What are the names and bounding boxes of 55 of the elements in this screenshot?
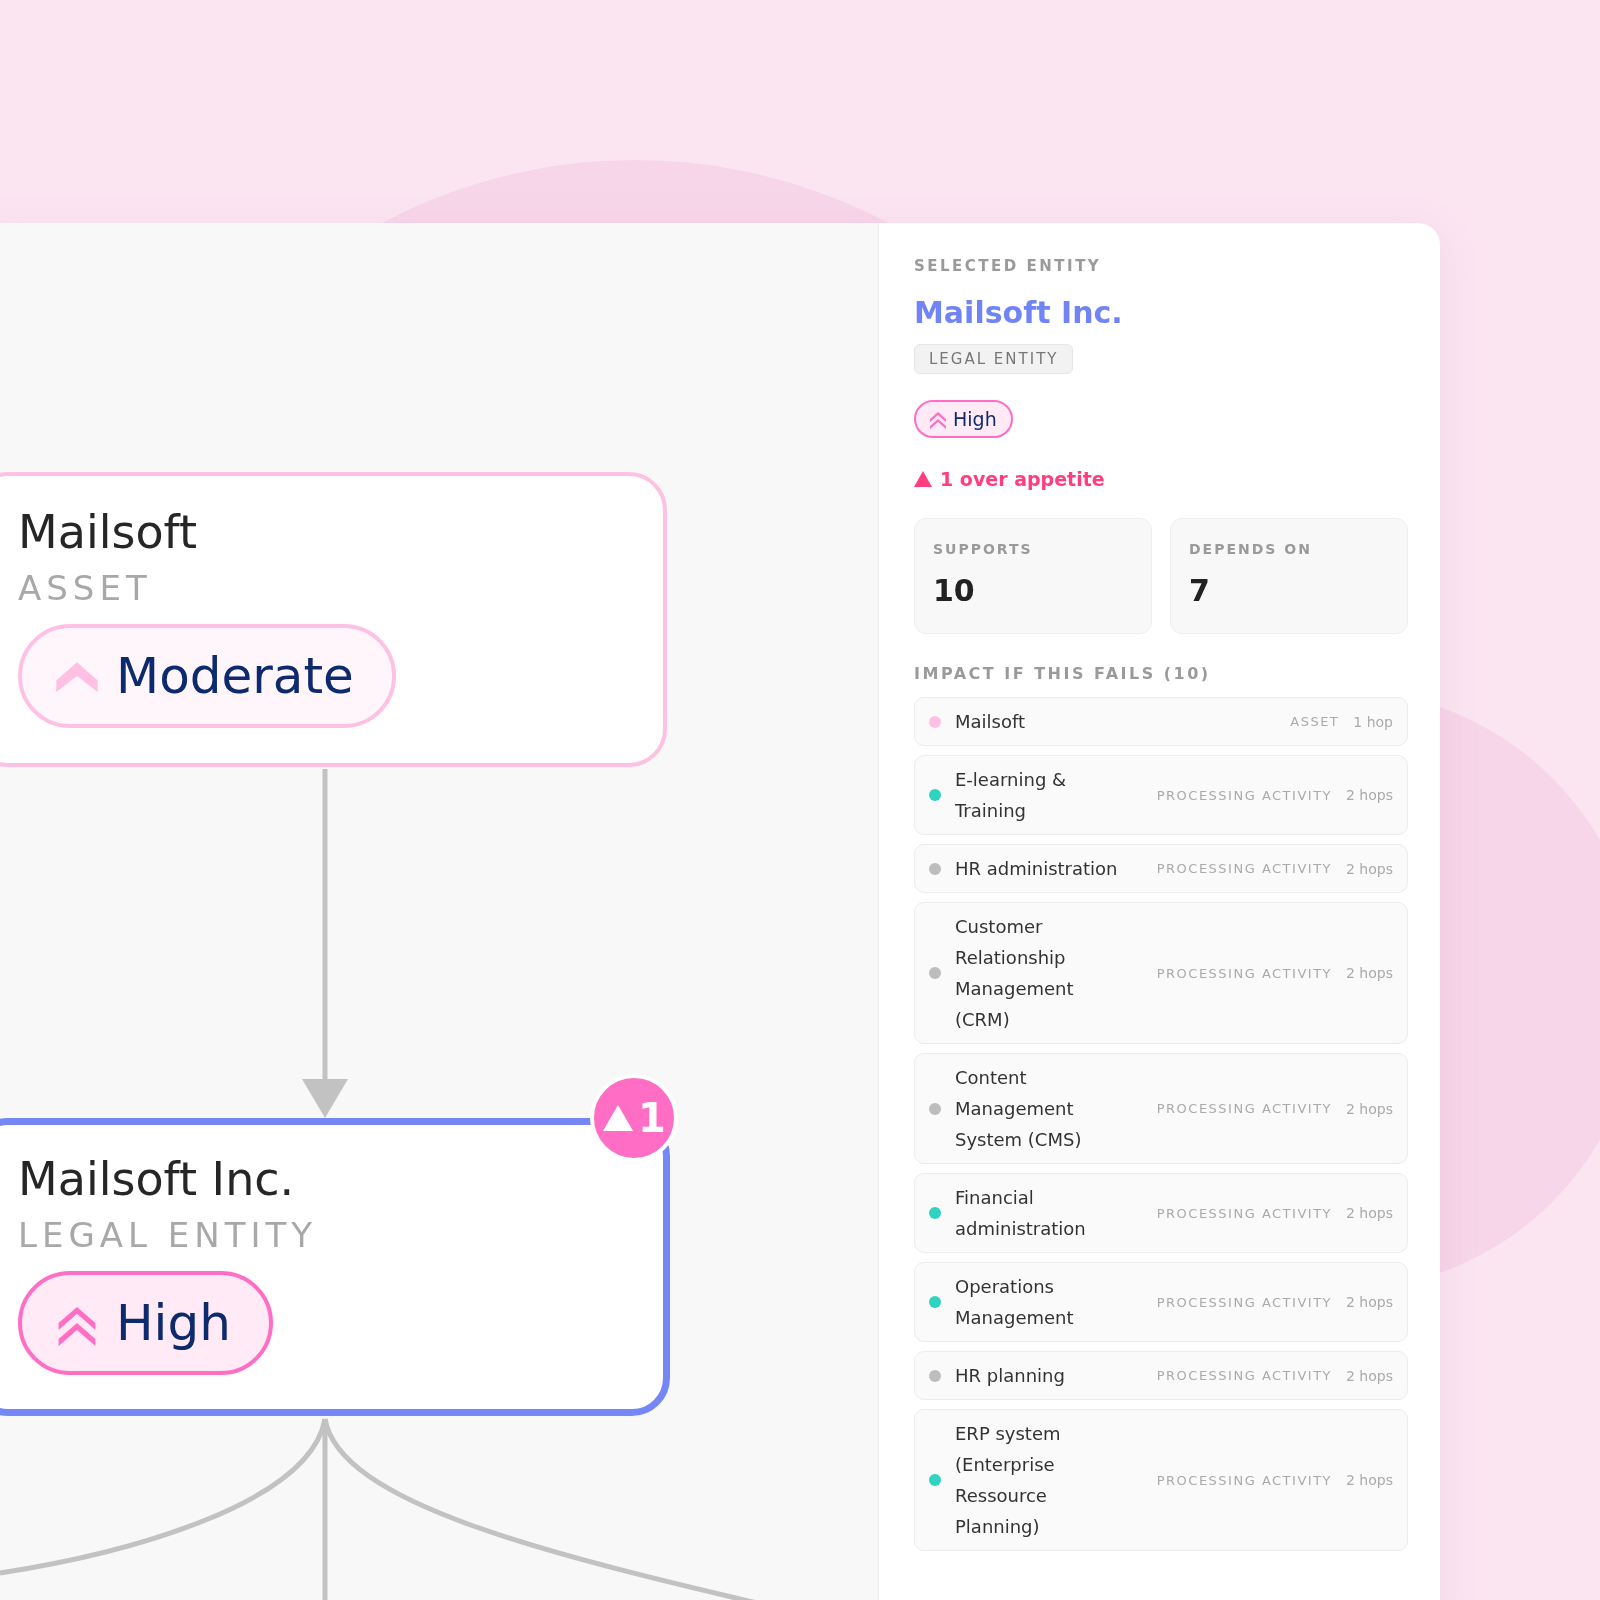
warning-triangle-icon [914,471,932,487]
hop-count: 2 hops [1346,1294,1393,1310]
stat-value: 7 [1189,573,1211,608]
impact-heading: IMPACT IF THIS FAILS (10) [914,664,1211,683]
entity-name: Mailsoft [955,710,1027,734]
entity-name: Content Management System (CMS) [955,1066,1083,1152]
entity-name: Customer Relationship Management (CRM) [955,915,1075,1032]
entity-name: Operations Management [955,1275,1075,1330]
entity-name: ERP system (Enterprise Ressource Planning) [955,1422,1062,1539]
section-label: SELECTED ENTITY [914,257,1102,275]
hop-count: 2 hops [1346,1100,1393,1117]
entity-type: PROCESSING ACTIVITY [1156,861,1332,876]
entity-type: PROCESSING ACTIVITY [1156,787,1332,803]
double-chevron-icon [928,409,948,429]
hop-count: 2 hops [1346,860,1393,877]
node-type: ASSET [18,567,153,610]
risk-pill: High [18,1271,273,1375]
entity-type: PROCESSING ACTIVITY [1156,965,1332,981]
entity-name: HR planning [955,1364,1066,1388]
appetite-warning: 1 over appetite [940,468,1105,490]
impact-row[interactable]: HR planning PROCESSING ACTIVITY 2 hops [914,1351,1408,1400]
entity-name: E-learning & Training [955,768,1068,823]
impact-row[interactable]: Mailsoft ASSET 1 hop [914,697,1408,746]
entity-type-tag: LEGAL ENTITY [914,344,1074,374]
entity-type: PROCESSING ACTIVITY [1156,1101,1332,1116]
risk-pill: Moderate [18,624,396,728]
risk-pill: High [914,400,1013,438]
impact-row[interactable]: Content Management System (CMS) PROCESSING ACTIVITY 2 hops [914,1053,1408,1164]
entity-title: Mailsoft Inc. [914,295,1123,330]
entity-node[interactable]: Mailsoft ASSET Moderate [0,472,667,767]
impact-row[interactable]: Financial administration PROCESSING ACTIVITY 2 hops [914,1173,1408,1253]
entity-type: PROCESSING ACTIVITY [1156,1294,1332,1310]
node-title: Mailsoft Inc. [18,1151,296,1208]
impact-row[interactable]: E-learning & Training PROCESSING ACTIVITY 2 hops [914,755,1408,835]
entity-name: Financial administration [955,1186,1087,1241]
impact-row[interactable]: Operations Management PROCESSING ACTIVITY 2 hops [914,1262,1408,1342]
entity-type: PROCESSING ACTIVITY [1156,1368,1332,1383]
hop-count: 2 hops [1346,965,1393,981]
entity-type: PROCESSING ACTIVITY [1156,1205,1332,1221]
hop-count: 2 hops [1346,1472,1393,1488]
impact-row[interactable]: ERP system (Enterprise Ressource Planning) PROCESSING ACTIVITY 2 hops [914,1409,1408,1551]
stat-label: DEPENDS ON [1189,541,1313,557]
entity-type: ASSET [1290,714,1340,729]
node-title: Mailsoft [18,504,198,561]
node-type: LEGAL ENTITY [18,1214,319,1257]
impact-row[interactable]: HR administration PROCESSING ACTIVITY 2 hops [914,844,1408,893]
hop-count: 2 hops [1346,787,1393,803]
impact-row[interactable]: Customer Relationship Management (CRM) PROCESSING ACTIVITY 2 hops [914,902,1408,1044]
stat-value: 10 [933,573,976,608]
stat-label: SUPPORTS [933,541,1034,557]
hop-count: 1 hop [1353,713,1393,730]
entity-type: PROCESSING ACTIVITY [1156,1472,1332,1488]
hop-count: 2 hops [1346,1205,1393,1221]
entity-name: HR administration [955,857,1119,881]
hop-count: 2 hops [1346,1367,1393,1384]
